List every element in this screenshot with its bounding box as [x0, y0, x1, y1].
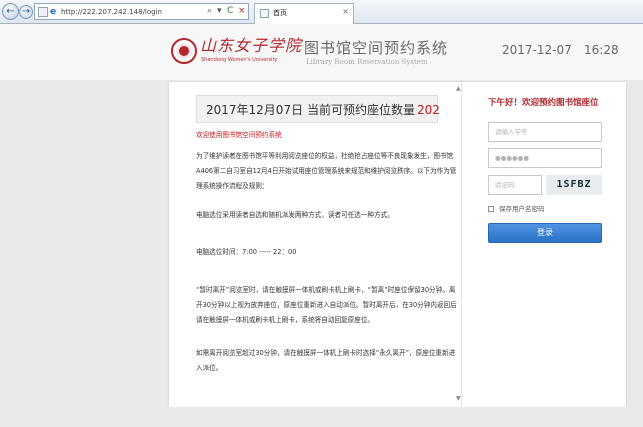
refresh-icon[interactable]: C [227, 5, 233, 18]
notice-paragraph: “暂时离开”阅览室时，请在触摸屏一体机或刷卡机上刷卡，“暂离”时座位保留30分钟… [196, 286, 457, 324]
ie-icon: e [50, 7, 57, 17]
browser-toolbar: ← → e http://222.207.242.148/login ⌕ ▾ C… [0, 0, 643, 24]
notice-paragraph: 电脑选位时间：7:00 ----- 22：00 [196, 248, 297, 256]
tab-page-icon [260, 9, 269, 18]
captcha-input[interactable] [488, 175, 542, 195]
forward-icon: → [21, 6, 31, 17]
remember-label: 保存用户名密码 [499, 205, 545, 213]
panel-divider [461, 82, 462, 407]
back-icon: ← [6, 6, 15, 17]
page-icon [38, 7, 48, 17]
tab-title: 首页 [273, 9, 287, 17]
login-greeting: 下午好！欢迎预约图书馆座位 [488, 98, 599, 108]
notice-paragraph: 如需离开阅览室超过30分钟，请在触摸屏一体机上刷卡时选择“永久离开”，原座位重新… [196, 349, 456, 372]
search-icon[interactable]: ⌕ [207, 5, 212, 18]
notice-paragraph: 电脑选位采用读者自选和随机派发两种方式，读者可任选一种方式。 [196, 211, 394, 219]
system-subtitle: Library Room Reservation System [306, 58, 428, 66]
address-url[interactable]: http://222.207.242.148/login [61, 7, 162, 17]
password-input[interactable] [488, 148, 602, 168]
back-button[interactable]: ← [2, 3, 19, 20]
university-seal-icon [171, 38, 197, 64]
header-time: 16:28 [584, 43, 619, 57]
address-bar[interactable]: e http://222.207.242.148/login ⌕ ▾ C × [34, 3, 249, 20]
remember-checkbox[interactable] [488, 206, 494, 212]
remember-credentials[interactable]: 保存用户名密码 [488, 205, 568, 215]
header-date: 2017-12-07 [502, 43, 572, 57]
university-logo-english: Shandong Women's University [201, 57, 278, 63]
banner-seats-label: 当前可预约座位数量 [307, 103, 416, 117]
banner-seats-count: 202 [417, 103, 440, 117]
captcha-image[interactable]: 1SFBZ [546, 175, 602, 195]
university-logo-name: 山东女子学院 [200, 36, 303, 55]
page-footer [0, 407, 643, 427]
notice-paragraph: 为了维护读者在图书馆平等利用阅览座位的权益，杜绝抢占座位等不良现象发生，图书馆A… [196, 152, 457, 190]
scroll-up-icon[interactable]: ▲ [456, 86, 461, 92]
system-title: 图书馆空间预约系统 [304, 39, 449, 57]
stop-icon[interactable]: × [238, 5, 246, 18]
tab-close-icon[interactable]: × [342, 6, 349, 18]
forward-button[interactable]: → [19, 5, 33, 19]
login-button[interactable]: 登录 [488, 223, 602, 243]
scroll-down-icon[interactable]: ▼ [456, 396, 461, 402]
notice-welcome: 欢迎使用图书馆空间预约系统 [196, 131, 282, 139]
banner-date: 2017年12月07日 [206, 103, 304, 117]
seat-availability-banner: 2017年12月07日 当前可预约座位数量 202 [196, 95, 440, 123]
page-header: 山东女子学院 Shandong Women's University 图书馆空间… [0, 24, 643, 80]
tab-home[interactable]: 首页 × [254, 3, 354, 24]
username-input[interactable] [488, 122, 602, 142]
dropdown-icon[interactable]: ▾ [217, 5, 222, 18]
